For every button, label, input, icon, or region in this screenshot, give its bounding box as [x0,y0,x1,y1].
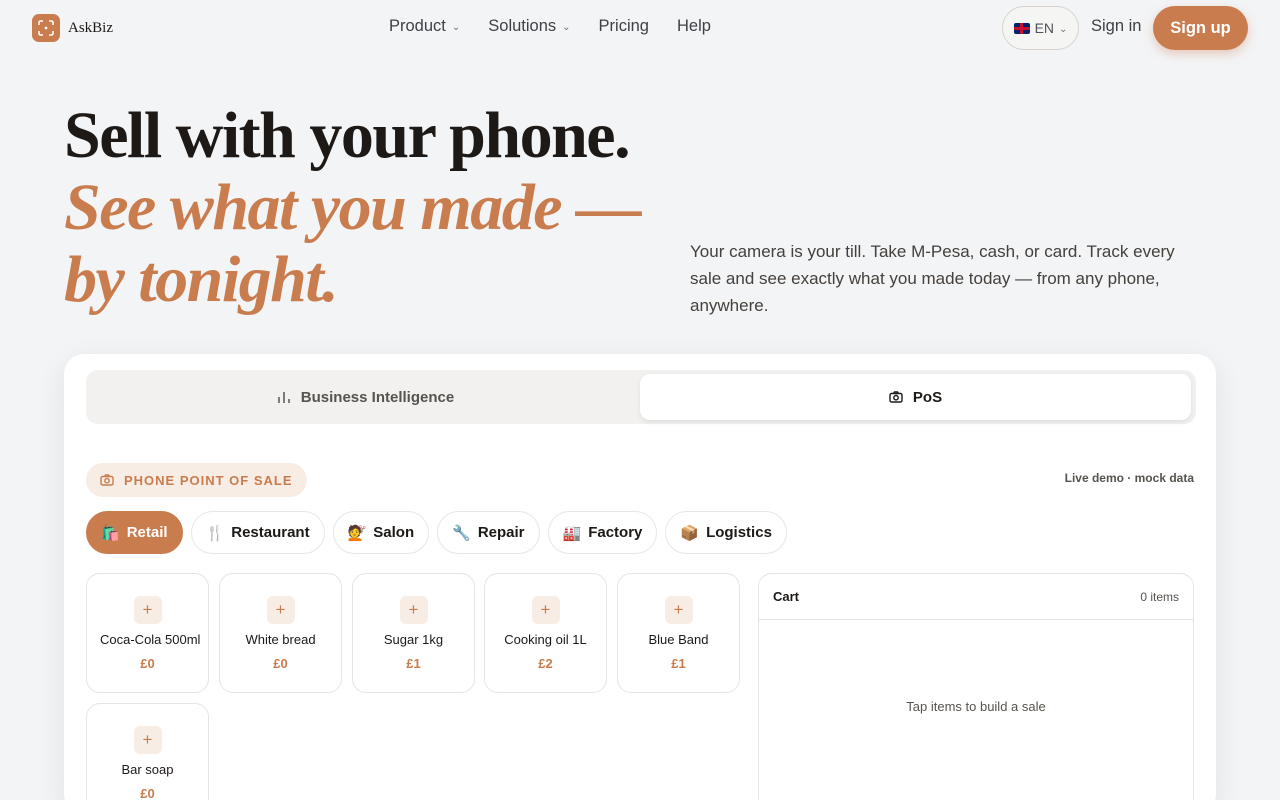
tab-business-intelligence-label: Business Intelligence [300,388,455,406]
wrench-icon: 🔧 [452,524,471,542]
scan-icon [32,14,60,42]
chevron-down-icon: ⌄ [562,22,571,33]
demo-tabs: Business Intelligence PoS [86,370,1196,424]
camera-icon [100,474,114,486]
hero-headline-accent: See what you made — by tonight. [64,171,642,316]
hero-headline: Sell with your phone. See what you made … [64,100,684,316]
product-price: £0 [140,785,155,800]
nav-pricing[interactable]: Pricing [599,17,649,36]
chevron-down-icon: ⌄ [451,22,461,33]
signup-button[interactable]: Sign up [1153,6,1248,50]
plus-icon: + [531,595,560,624]
chip-restaurant[interactable]: 🍴 Restaurant [190,511,325,554]
signin-link[interactable]: Sign in [1091,17,1141,36]
demo-card: Business Intelligence PoS PHONE POINT OF… [64,354,1216,800]
product-price: £2 [538,655,553,671]
tab-business-intelligence[interactable]: Business Intelligence [90,374,641,420]
pos-badge: PHONE POINT OF SALE [86,463,307,497]
uk-flag-icon [1013,22,1030,34]
chip-label: Restaurant [231,524,310,541]
live-demo-note: Live demo · mock data [1064,471,1194,485]
tab-pos-label: PoS [912,388,943,406]
plus-icon: + [399,595,428,624]
cart-empty-state: Tap items to build a sale [906,699,1046,714]
shopping-bags-icon: 🛍️ [101,524,120,542]
hero-headline-main: Sell with your phone. [64,99,631,172]
product-name: Blue Band [648,631,709,647]
nav-pricing-label: Pricing [598,17,649,35]
product-card[interactable]: + Cooking oil 1L £2 [484,573,607,693]
language-label: EN [1034,20,1055,36]
brand-logo[interactable]: AskBiz [32,14,113,42]
cart-panel: Cart 0 items Tap items to build a sale [758,573,1194,800]
camera-icon [889,391,903,403]
product-name: White bread [245,631,316,647]
chevron-down-icon: ⌄ [1059,23,1068,35]
chip-label: Repair [477,524,525,541]
nav-links: Product ⌄ Solutions ⌄ Pricing Help [389,17,711,36]
product-card[interactable]: + Coca-Cola 500ml £0 [86,573,209,693]
tab-pos[interactable]: PoS [640,374,1191,420]
product-name: Sugar 1kg [383,631,444,647]
cart-header: Cart 0 items [759,574,1193,620]
product-card[interactable]: + Bar soap £0 [86,703,209,800]
chip-salon[interactable]: 💇 Salon [332,511,430,554]
category-chips: 🛍️ Retail 🍴 Restaurant 💇 Salon 🔧 Repair … [86,511,787,554]
chip-retail[interactable]: 🛍️ Retail [86,511,183,554]
product-card[interactable]: + White bread £0 [219,573,342,693]
plus-icon: + [133,595,162,624]
nav-help-label: Help [676,17,711,35]
plus-icon: + [266,595,295,624]
product-card[interactable]: + Sugar 1kg £1 [352,573,475,693]
haircut-icon: 💇 [347,524,367,542]
chip-label: Retail [126,524,168,541]
chip-label: Logistics [706,524,772,541]
nav-solutions-label: Solutions [488,17,557,35]
cart-count: 0 items [1140,589,1179,604]
cart-title: Cart [773,589,800,604]
fork-knife-icon: 🍴 [205,524,225,542]
top-nav: AskBiz Product ⌄ Solutions ⌄ Pricing Hel… [0,0,1280,56]
nav-help[interactable]: Help [677,17,711,36]
chip-repair[interactable]: 🔧 Repair [437,511,540,554]
nav-product[interactable]: Product ⌄ [389,17,460,36]
product-name: Cooking oil 1L [504,631,587,647]
product-name: Bar soap [121,761,174,777]
product-price: £0 [140,655,155,671]
hero-subtext: Your camera is your till. Take M-Pesa, c… [690,242,1175,315]
package-icon: 📦 [680,524,700,542]
product-price: £1 [406,655,421,671]
chip-label: Factory [588,524,643,541]
chip-label: Salon [373,524,415,541]
brand-name: AskBiz [68,19,113,36]
product-price: £1 [671,655,686,671]
chip-logistics[interactable]: 📦 Logistics [665,511,787,554]
product-card[interactable]: + Blue Band £1 [617,573,740,693]
bar-chart-icon [278,392,290,403]
nav-solutions[interactable]: Solutions ⌄ [488,17,570,36]
language-selector[interactable]: EN ⌄ [1002,6,1079,50]
chip-factory[interactable]: 🏭 Factory [547,511,658,554]
factory-icon: 🏭 [562,524,582,542]
nav-product-label: Product [389,17,446,35]
pos-badge-label: PHONE POINT OF SALE [124,472,293,488]
plus-icon: + [133,725,162,754]
product-name: Coca-Cola 500ml [100,631,201,647]
product-price: £0 [273,655,288,671]
plus-icon: + [664,595,693,624]
